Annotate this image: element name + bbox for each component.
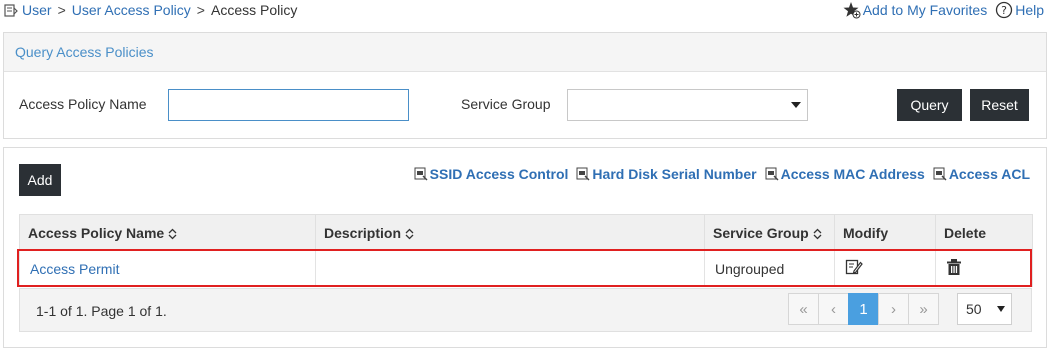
query-panel-title: Query Access Policies <box>4 33 1046 72</box>
page-size-select[interactable]: 50 <box>957 293 1012 325</box>
service-group-select[interactable] <box>567 89 808 121</box>
cell-access-policy-name: Access Permit <box>19 250 316 287</box>
service-group-label: Service Group <box>461 96 551 112</box>
column-header-description[interactable]: Description <box>315 214 705 251</box>
reset-button[interactable]: Reset <box>970 89 1029 121</box>
chevron-down-icon <box>997 306 1005 312</box>
cell-delete <box>935 250 1033 287</box>
access-mac-address-label: Access MAC Address <box>780 166 925 182</box>
access-policy-name-label: Access Policy Name <box>19 96 147 112</box>
add-button[interactable]: Add <box>19 164 61 196</box>
acl-icon <box>933 167 947 181</box>
table-header-row: Access Policy Name Description Service G… <box>19 214 1033 251</box>
next-page-button[interactable]: › <box>878 293 909 325</box>
query-button[interactable]: Query <box>897 89 962 121</box>
related-links: SSID Access Control Hard Disk Serial Num… <box>414 166 1030 182</box>
breadcrumb-icon <box>4 4 18 17</box>
chevron-down-icon <box>791 102 801 108</box>
first-page-button[interactable]: « <box>788 293 819 325</box>
column-header-modify: Modify <box>834 214 936 251</box>
table-row: Access Permit Ungrouped <box>19 250 1033 287</box>
pagination-buttons: « ‹ 1 › » <box>788 293 939 325</box>
breadcrumb-user-link[interactable]: User <box>22 2 52 18</box>
policy-table: Access Policy Name Description Service G… <box>19 214 1033 287</box>
breadcrumb-current: Access Policy <box>210 2 298 18</box>
policy-list-panel: Add SSID Access Control Hard Disk Serial… <box>3 147 1047 348</box>
column-header-label: Access Policy Name <box>28 224 165 241</box>
breadcrumb-user-access-policy-link[interactable]: User Access Policy <box>72 2 191 18</box>
access-mac-address-link[interactable]: Access MAC Address <box>765 166 925 182</box>
page-1-button[interactable]: 1 <box>848 293 879 325</box>
pagination-info: 1-1 of 1. Page 1 of 1. <box>36 303 167 319</box>
sort-icon <box>405 228 414 240</box>
sort-icon <box>813 228 822 240</box>
add-to-favorites-link[interactable]: Add to My Favorites <box>863 2 988 18</box>
cell-service-group: Ungrouped <box>704 250 835 287</box>
cell-modify <box>834 250 936 287</box>
column-header-access-policy-name[interactable]: Access Policy Name <box>19 214 316 251</box>
last-page-button[interactable]: » <box>908 293 939 325</box>
svg-text:?: ? <box>1001 4 1007 17</box>
access-acl-label: Access ACL <box>948 166 1030 182</box>
column-header-label: Service Group <box>713 224 809 241</box>
breadcrumb: User > User Access Policy > Access Polic… <box>4 2 297 18</box>
query-panel: Query Access Policies Access Policy Name… <box>3 32 1047 139</box>
breadcrumb-separator: > <box>57 2 66 18</box>
top-links: Add to My Favorites ? Help <box>843 1 1044 19</box>
cell-description <box>315 250 705 287</box>
column-header-delete: Delete <box>935 214 1033 251</box>
access-policy-name-input[interactable] <box>168 89 409 121</box>
mac-address-icon <box>765 167 779 181</box>
ssid-access-control-label: SSID Access Control <box>429 166 569 182</box>
pagination-bar: 1-1 of 1. Page 1 of 1. « ‹ 1 › » 50 <box>19 288 1032 332</box>
column-header-label: Description <box>324 224 402 241</box>
edit-icon[interactable] <box>845 258 863 276</box>
query-form-row: Access Policy Name Service Group Query R… <box>4 72 1046 138</box>
page-size-value: 50 <box>966 301 982 317</box>
help-icon[interactable]: ? <box>995 1 1013 19</box>
star-icon[interactable] <box>843 1 861 19</box>
top-bar: User > User Access Policy > Access Polic… <box>0 0 1050 24</box>
help-link[interactable]: Help <box>1015 2 1044 18</box>
access-acl-link[interactable]: Access ACL <box>933 166 1030 182</box>
column-header-service-group[interactable]: Service Group <box>704 214 835 251</box>
ssid-access-control-link[interactable]: SSID Access Control <box>414 166 569 182</box>
prev-page-button[interactable]: ‹ <box>818 293 849 325</box>
hard-disk-icon <box>576 167 590 181</box>
hard-disk-serial-number-link[interactable]: Hard Disk Serial Number <box>576 166 757 182</box>
breadcrumb-separator: > <box>196 2 205 18</box>
access-policy-link[interactable]: Access Permit <box>30 261 119 277</box>
trash-icon[interactable] <box>946 258 962 276</box>
hard-disk-serial-number-label: Hard Disk Serial Number <box>592 166 757 182</box>
sort-icon <box>168 228 177 240</box>
ssid-icon <box>414 167 428 181</box>
